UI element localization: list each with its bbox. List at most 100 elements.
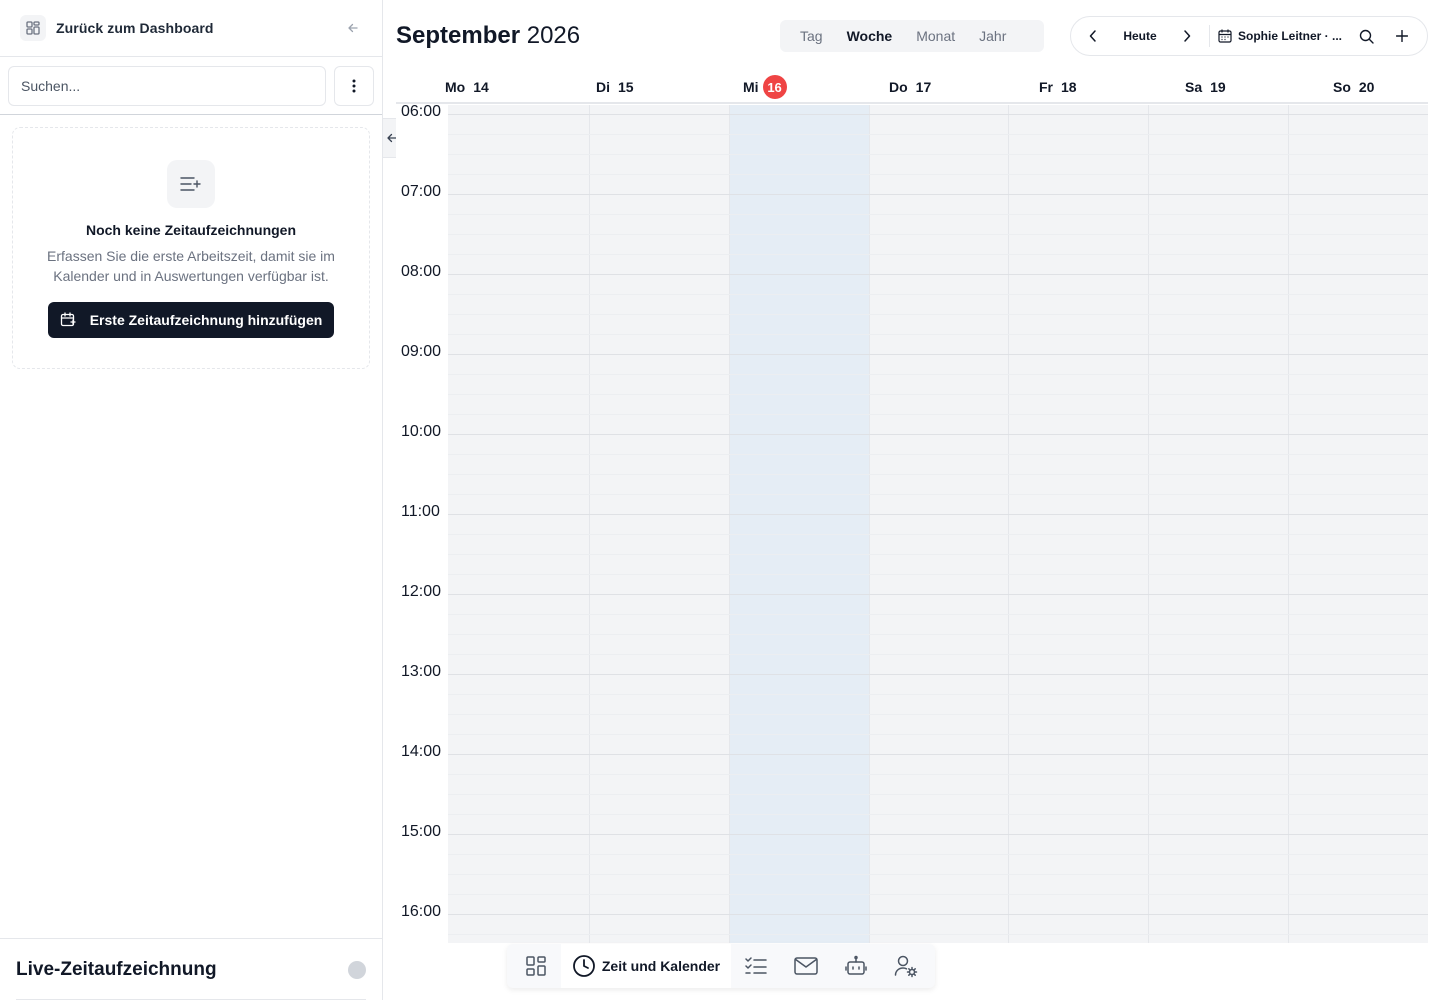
page-title: September 2026 (396, 22, 580, 50)
view-tab-day[interactable]: Tag (788, 22, 835, 50)
add-event-button[interactable] (1390, 21, 1414, 51)
quarter-gridline (448, 734, 1428, 735)
hour-gridline (448, 274, 1428, 275)
calendar-selector[interactable]: Sophie Leitner · ... (1218, 29, 1348, 43)
year-label: 2026 (526, 22, 581, 49)
quarter-gridline (448, 654, 1428, 655)
quarter-gridline (448, 234, 1428, 235)
day-number: 18 (1061, 79, 1077, 95)
hour-label: 13:00 (401, 663, 442, 680)
day-number: 15 (618, 79, 634, 95)
quarter-gridline (448, 634, 1428, 635)
hour-label: 15:00 (401, 823, 442, 840)
hour-gridline (448, 834, 1428, 835)
search-bar (0, 57, 382, 115)
quarter-gridline (448, 894, 1428, 895)
quarter-gridline (448, 294, 1428, 295)
empty-state-card: Noch keine Zeitaufzeichnungen Erfassen S… (12, 127, 370, 369)
day-column-so[interactable] (1288, 105, 1428, 943)
robot-icon (845, 955, 867, 975)
chevron-right-icon (1184, 30, 1191, 42)
day-name: Mi (743, 79, 759, 95)
day-column-mi-today[interactable] (729, 105, 869, 943)
day-name: Mo (445, 79, 466, 95)
view-tab-year[interactable]: Jahr (967, 22, 1018, 50)
add-first-time-entry-button[interactable]: Erste Zeitaufzeichnung hinzufügen (47, 302, 335, 338)
quarter-gridline (448, 134, 1428, 135)
day-number: 19 (1210, 79, 1226, 95)
day-header-so[interactable]: So 20 (1333, 70, 1374, 104)
day-number: 17 (915, 79, 932, 95)
dashboard-grid-icon (20, 15, 46, 41)
hour-gridline (448, 594, 1428, 595)
hour-gridline (448, 194, 1428, 195)
day-name: Sa (1185, 79, 1203, 95)
dock-user-settings-button[interactable] (881, 944, 931, 988)
hour-label: 07:00 (401, 183, 442, 200)
today-button[interactable]: Heute (1105, 21, 1175, 51)
calendar-plus-icon (60, 312, 76, 327)
search-input[interactable] (8, 65, 326, 106)
quarter-gridline (448, 614, 1428, 615)
day-column-do[interactable] (869, 105, 1009, 943)
day-header-di[interactable]: Di 15 (596, 70, 634, 104)
day-header-fr[interactable]: Fr 18 (1039, 70, 1077, 104)
quarter-gridline (448, 314, 1428, 315)
quarter-gridline (448, 874, 1428, 875)
hour-gridline (448, 914, 1428, 915)
quarter-gridline (448, 174, 1428, 175)
day-number: 20 (1358, 79, 1375, 95)
quarter-gridline (448, 794, 1428, 795)
day-header-mi[interactable]: Mi 16 (743, 70, 787, 104)
quarter-gridline (448, 494, 1428, 495)
day-header-mo[interactable]: Mo 14 (445, 70, 489, 104)
hour-gridline (448, 514, 1428, 515)
checklist-icon (745, 957, 767, 974)
arrow-left-icon[interactable] (344, 19, 362, 37)
view-tab-month[interactable]: Monat (904, 22, 967, 50)
day-column-di[interactable] (589, 105, 729, 943)
dock-mail-button[interactable] (781, 944, 831, 988)
day-header-sa[interactable]: Sa 19 (1185, 70, 1226, 104)
empty-state-description: Erfassen Sie die erste Arbeitszeit, dami… (47, 248, 335, 284)
previous-week-button[interactable] (1081, 21, 1105, 51)
week-time-grid[interactable]: 06:00 07:00 08:00 09:00 10:00 11:00 12:00 13:00… (396, 105, 1428, 943)
dock-active-label: Zeit und Kalender (601, 958, 721, 974)
list-add-icon (167, 160, 215, 208)
hour-gridline (448, 754, 1428, 755)
vertical-dots-icon (352, 79, 356, 92)
view-tab-week[interactable]: Woche (835, 22, 905, 50)
quarter-gridline (448, 714, 1428, 715)
user-settings-icon (894, 955, 918, 978)
more-options-button[interactable] (334, 65, 374, 106)
live-status-indicator[interactable] (348, 960, 366, 979)
week-day-header: Mo 14 Di 15 Mi 16 Do 17 Fr 18 Sa 19 So 2… (396, 70, 1428, 104)
hour-gridline (448, 114, 1428, 115)
bottom-dock: Zeit und Kalender (507, 944, 935, 988)
dock-tasks-button[interactable] (731, 944, 781, 988)
back-to-dashboard-link[interactable]: Zurück zum Dashboard (0, 0, 382, 57)
quarter-gridline (448, 254, 1428, 255)
dock-time-calendar-button[interactable]: Zeit und Kalender (561, 944, 731, 988)
day-column-sa[interactable] (1148, 105, 1288, 943)
quarter-gridline (448, 934, 1428, 935)
search-button[interactable] (1354, 21, 1378, 51)
calendar-icon (1218, 29, 1232, 43)
quarter-gridline (448, 154, 1428, 155)
day-header-do[interactable]: Do 17 (889, 70, 931, 104)
view-switcher: Tag Woche Monat Jahr (780, 20, 1044, 52)
search-icon (1359, 29, 1374, 44)
dock-assistant-button[interactable] (831, 944, 881, 988)
quarter-gridline (448, 374, 1428, 375)
hour-label: 09:00 (401, 343, 442, 360)
quarter-gridline (448, 334, 1428, 335)
dock-dashboard-button[interactable] (511, 944, 561, 988)
live-time-tracking-panel: Live-Zeitaufzeichnung (0, 938, 382, 1000)
hour-label: 14:00 (401, 743, 442, 760)
add-first-time-entry-label: Erste Zeitaufzeichnung hinzufügen (89, 312, 323, 328)
hour-label: 08:00 (401, 263, 442, 280)
day-column-fr[interactable] (1008, 105, 1148, 943)
next-week-button[interactable] (1175, 21, 1199, 51)
divider (1209, 25, 1210, 47)
quarter-gridline (448, 414, 1428, 415)
